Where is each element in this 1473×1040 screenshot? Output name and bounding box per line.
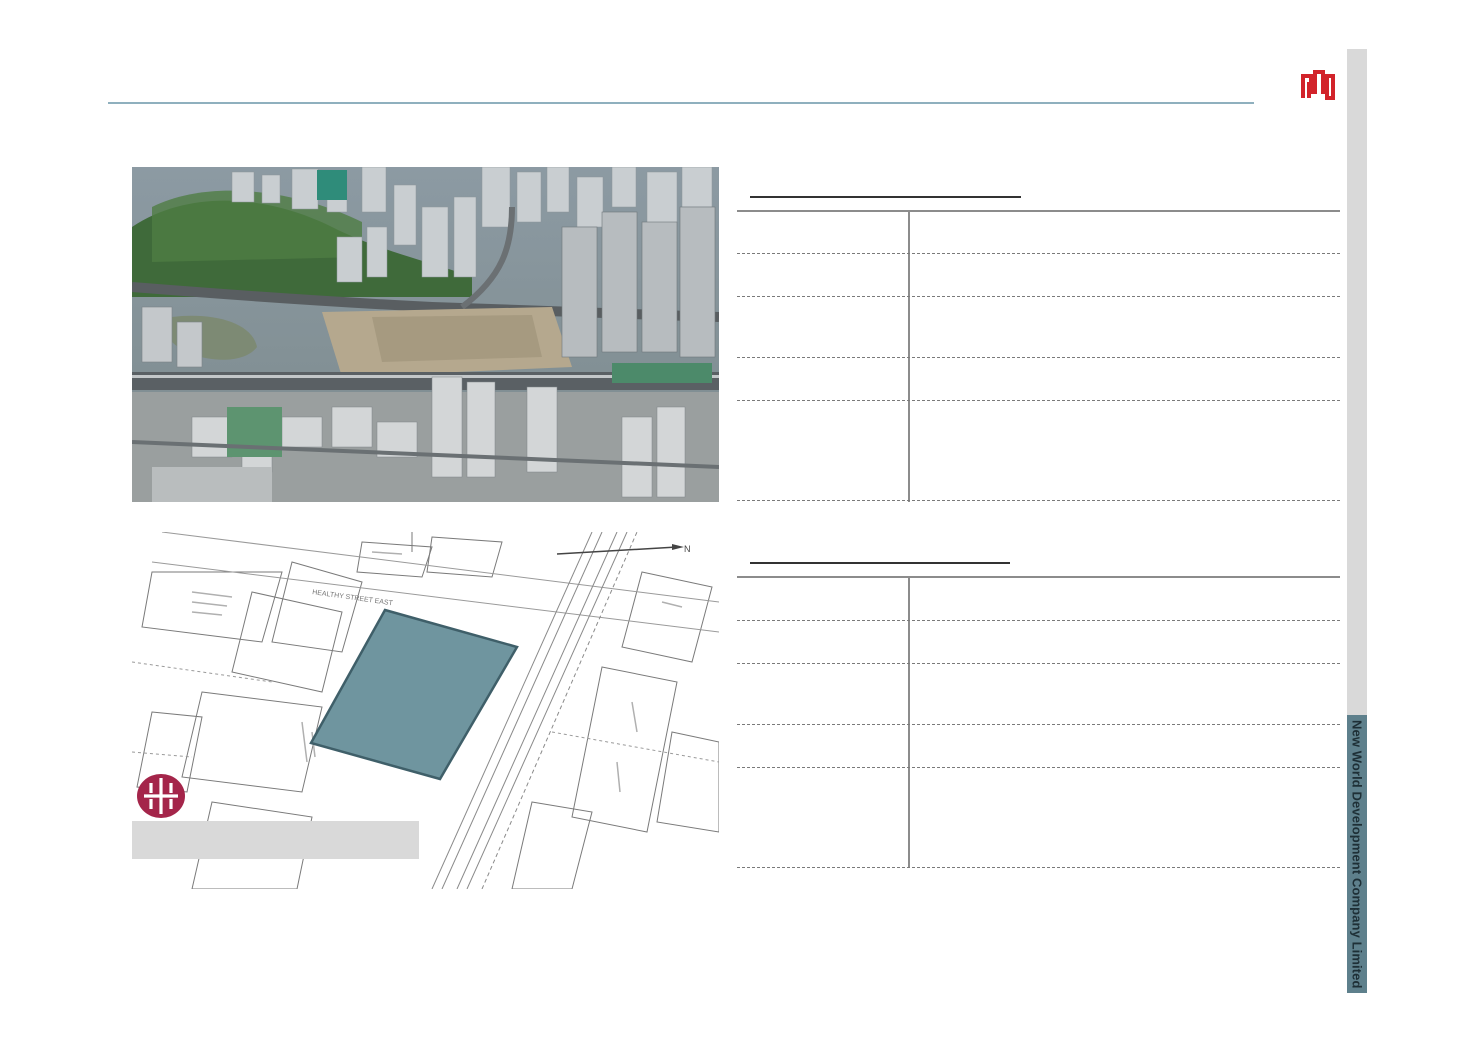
table-row-divider (737, 357, 1340, 358)
company-name: New World Development Company Limited (1349, 719, 1365, 989)
nwd-logo-icon (1301, 70, 1335, 100)
table-title-underline (750, 196, 1021, 198)
table-row-divider (737, 500, 1340, 501)
header-rule (108, 102, 1254, 104)
north-label: N (684, 544, 691, 554)
mtr-logo-icon (137, 774, 185, 818)
table-row-divider (737, 867, 1340, 868)
table-row-divider (737, 620, 1340, 621)
project-details-table-1 (737, 195, 1340, 505)
table-row-divider (737, 400, 1340, 401)
table-row-divider (737, 724, 1340, 725)
table-row-divider (737, 296, 1340, 297)
project-details-table-2 (737, 561, 1340, 873)
table-row-divider (737, 253, 1340, 254)
table-top-border (737, 576, 1340, 578)
table-top-border (737, 210, 1340, 212)
table-row-divider (737, 663, 1340, 664)
aerial-site-photo (132, 167, 719, 502)
company-name-vertical: New World Development Company Limited (1347, 715, 1367, 993)
caption-bar (132, 821, 419, 859)
table-row-divider (737, 767, 1340, 768)
table-title-underline (750, 562, 1010, 564)
